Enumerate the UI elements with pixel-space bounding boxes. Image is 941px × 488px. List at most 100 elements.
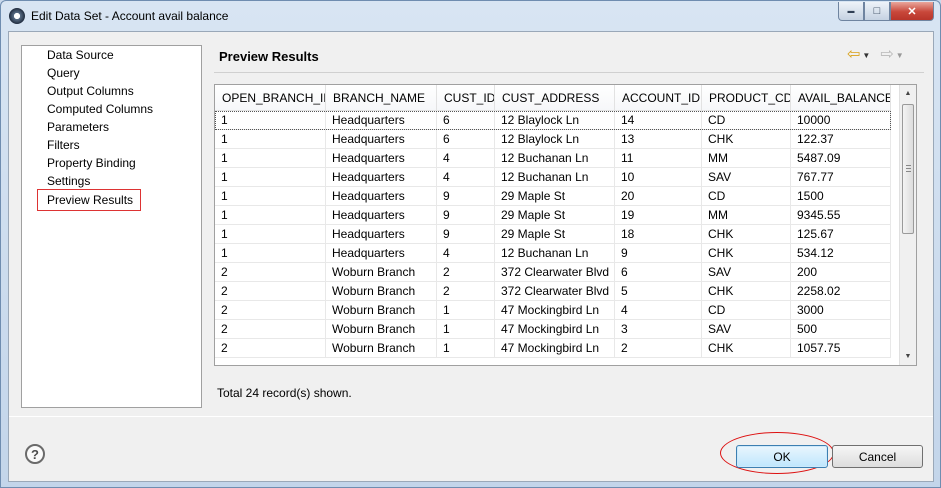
table-cell: 2 [615,339,702,358]
table-cell: CHK [702,225,791,244]
minimize-icon: ▬ [847,7,855,15]
table-cell: 1500 [791,187,891,206]
table-cell: 29 Maple St [495,225,615,244]
help-icon: ? [31,446,39,462]
column-header[interactable]: PRODUCT_CD [702,85,791,111]
grip-icon [906,165,911,172]
title-bar[interactable]: Edit Data Set - Account avail balance ▬ … [1,1,940,31]
preview-results-table[interactable]: OPEN_BRANCH_ID BRANCH_NAME CUST_ID CUST_ADD… [214,84,917,366]
nav-item-settings[interactable]: Settings [47,172,90,190]
table-row[interactable]: 1 Headquarters 4 12 Buchanan Ln 9 CHK 534.12 [215,244,891,263]
table-cell: 1 [215,168,326,187]
table-cell: 2 [215,263,326,282]
column-header[interactable]: CUST_ID [437,85,495,111]
table-row[interactable]: 1 Headquarters 9 29 Maple St 20 CD 1500 [215,187,891,206]
table-cell: 4 [615,301,702,320]
table-cell: 122.37 [791,130,891,149]
scroll-up-icon[interactable]: ▲ [900,85,916,102]
cancel-button[interactable]: Cancel [832,445,923,468]
window-controls: ▬ □ ✕ [838,2,934,21]
vertical-scrollbar[interactable]: ▲ ▼ [899,85,916,365]
nav-item-computed-columns[interactable]: Computed Columns [47,100,153,118]
table-cell: 1 [215,187,326,206]
table-cell: 11 [615,149,702,168]
table-cell: 1057.75 [791,339,891,358]
table-row[interactable]: 2 Woburn Branch 1 47 Mockingbird Ln 3 SAV 500 [215,320,891,339]
table-row[interactable]: 2 Woburn Branch 2 372 Clearwater Blvd 5 CHK 22… [215,282,891,301]
help-button[interactable]: ? [25,444,45,464]
cancel-button-label: Cancel [858,449,897,464]
table-cell: SAV [702,263,791,282]
table-cell: 2258.02 [791,282,891,301]
forward-dropdown-icon: ▼ [895,50,904,60]
ok-button[interactable]: OK [736,445,828,468]
scroll-down-icon[interactable]: ▼ [900,348,916,365]
close-button[interactable]: ✕ [890,2,934,21]
table-cell: 47 Mockingbird Ln [495,339,615,358]
table-cell: 6 [615,263,702,282]
table-cell: Headquarters [326,149,437,168]
back-dropdown-icon[interactable]: ▼ [862,51,870,60]
nav-item-output-columns[interactable]: Output Columns [47,82,134,100]
table-cell: 125.67 [791,225,891,244]
table-cell: 1 [215,130,326,149]
table-cell: 2 [437,263,495,282]
table-cell: 12 Blaylock Ln [495,111,615,130]
table-cell: 9 [437,225,495,244]
table-row[interactable]: 1 Headquarters 6 12 Blaylock Ln 13 CHK 122.37 [215,130,891,149]
table-cell: Woburn Branch [326,263,437,282]
table-cell: Woburn Branch [326,301,437,320]
table-row[interactable]: 1 Headquarters 9 29 Maple St 18 CHK 125.67 [215,225,891,244]
scroll-thumb[interactable] [902,104,914,234]
table-cell: 12 Blaylock Ln [495,130,615,149]
nav-item-parameters[interactable]: Parameters [47,118,109,136]
table-cell: 534.12 [791,244,891,263]
column-header[interactable]: ACCOUNT_ID [615,85,702,111]
column-header[interactable]: OPEN_BRANCH_ID [215,85,326,111]
ok-button-label: OK [773,449,791,464]
nav-item-property-binding[interactable]: Property Binding [47,154,136,172]
table-cell: 2 [215,301,326,320]
table-cell: 2 [215,320,326,339]
table-cell: 9 [615,244,702,263]
table-row[interactable]: 1 Headquarters 4 12 Buchanan Ln 11 MM 5487.09 [215,149,891,168]
page-navigation-list: Data Source Query Output Columns Compute… [21,45,202,408]
maximize-button[interactable]: □ [864,2,890,21]
table-cell: SAV [702,168,791,187]
back-arrow-icon[interactable]: ⇦ [847,47,860,63]
table-row[interactable]: 1 Headquarters 9 29 Maple St 19 MM 9345.55 [215,206,891,225]
table-cell: 5487.09 [791,149,891,168]
table-row[interactable]: 1 Headquarters 6 12 Blaylock Ln 14 CD 10000 [215,111,891,130]
column-header[interactable]: BRANCH_NAME [326,85,437,111]
table-cell: 9345.55 [791,206,891,225]
table-cell: 3 [615,320,702,339]
table-row[interactable]: 1 Headquarters 4 12 Buchanan Ln 10 SAV 767.77 [215,168,891,187]
table-row[interactable]: 2 Woburn Branch 2 372 Clearwater Blvd 6 SAV 20… [215,263,891,282]
minimize-button[interactable]: ▬ [838,2,864,21]
table-cell: 29 Maple St [495,187,615,206]
table-cell: 372 Clearwater Blvd [495,282,615,301]
table-cell: MM [702,149,791,168]
window-title: Edit Data Set - Account avail balance [31,9,229,23]
column-header[interactable]: AVAIL_BALANCE [791,85,891,111]
table-cell: 4 [437,244,495,263]
table-cell: 1 [437,339,495,358]
table-cell: CD [702,111,791,130]
nav-item-preview-results[interactable]: Preview Results [37,189,142,211]
table-cell: 12 Buchanan Ln [495,244,615,263]
nav-item-data-source[interactable]: Data Source [47,46,114,64]
table-row[interactable]: 2 Woburn Branch 1 47 Mockingbird Ln 2 CHK 1057… [215,339,891,358]
table-row[interactable]: 2 Woburn Branch 1 47 Mockingbird Ln 4 CD 3000 [215,301,891,320]
table-cell: 1 [215,244,326,263]
table-cell: Woburn Branch [326,320,437,339]
nav-item-query[interactable]: Query [47,64,80,82]
close-icon: ✕ [907,5,917,18]
dialog-window: Edit Data Set - Account avail balance ▬ … [0,0,941,488]
table-cell: 19 [615,206,702,225]
nav-item-filters[interactable]: Filters [47,136,80,154]
table-cell: Headquarters [326,244,437,263]
column-header[interactable]: CUST_ADDRESS [495,85,615,111]
table-cell: CHK [702,339,791,358]
table-cell: 47 Mockingbird Ln [495,320,615,339]
table-cell: 372 Clearwater Blvd [495,263,615,282]
